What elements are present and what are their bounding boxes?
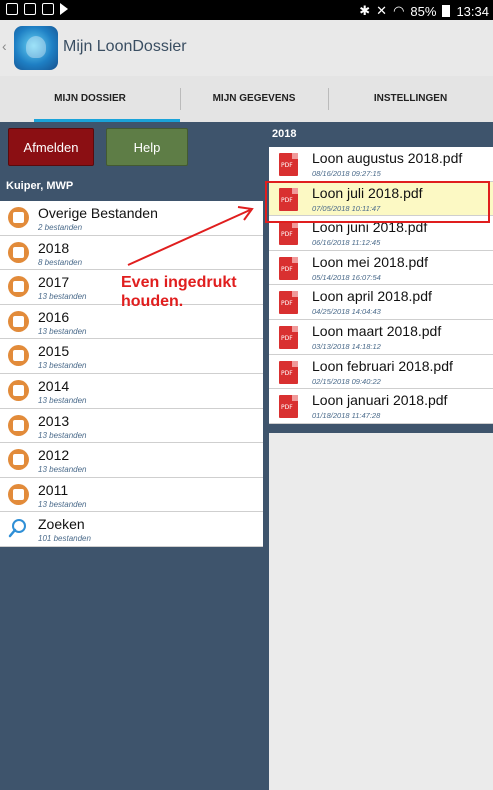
file-name: Loon mei 2018.pdf bbox=[312, 253, 428, 270]
help-button[interactable]: Help bbox=[106, 128, 188, 166]
folder-icon bbox=[8, 345, 29, 367]
folder-item[interactable]: Overige Bestanden 2 bestanden bbox=[0, 201, 263, 236]
folder-count: 13 bestanden bbox=[38, 430, 87, 440]
folder-item[interactable]: 2012 13 bestanden bbox=[0, 443, 263, 478]
back-icon[interactable]: ‹ bbox=[2, 39, 10, 53]
tab-instellingen[interactable]: INSTELLINGEN bbox=[328, 76, 493, 122]
file-item[interactable]: Loon januari 2018.pdf 01/18/2018 11:47:2… bbox=[269, 389, 493, 424]
folder-item[interactable]: 2011 13 bestanden bbox=[0, 478, 263, 513]
file-name: Loon februari 2018.pdf bbox=[312, 357, 453, 374]
folder-count: 13 bestanden bbox=[38, 499, 87, 509]
tab-mijn-dossier[interactable]: MIJN DOSSIER bbox=[0, 76, 180, 122]
user-name: Kuiper, MWP bbox=[6, 180, 74, 192]
file-item[interactable]: Loon augustus 2018.pdf 08/16/2018 09:27:… bbox=[269, 147, 493, 182]
folder-name: 2016 bbox=[38, 308, 70, 325]
folder-count: 13 bestanden bbox=[38, 465, 87, 475]
pdf-icon bbox=[279, 395, 298, 419]
file-item[interactable]: Loon mei 2018.pdf 05/14/2018 16:07:54 bbox=[269, 251, 493, 286]
logout-button[interactable]: Afmelden bbox=[8, 128, 94, 166]
folder-icon bbox=[8, 414, 29, 436]
battery-percent: 85% bbox=[410, 3, 437, 19]
file-name: Loon augustus 2018.pdf bbox=[312, 150, 463, 166]
file-item[interactable]: Loon april 2018.pdf 04/25/2018 14:04:43 bbox=[269, 285, 493, 320]
app-logo[interactable] bbox=[14, 26, 58, 70]
folder-icon bbox=[8, 379, 29, 401]
folder-icon bbox=[8, 276, 29, 298]
file-date: 03/13/2018 14:18:12 bbox=[312, 341, 381, 351]
folder-name: 2017 bbox=[38, 274, 70, 291]
folder-icon bbox=[8, 483, 29, 505]
calendar-icon bbox=[6, 3, 18, 15]
tab-mijn-gegevens[interactable]: MIJN GEGEVENS bbox=[180, 76, 328, 122]
file-item[interactable]: Loon februari 2018.pdf 02/15/2018 09:40:… bbox=[269, 355, 493, 390]
tab-bar: MIJN DOSSIER MIJN GEGEVENS INSTELLINGEN bbox=[0, 76, 493, 122]
folder-name: 2011 bbox=[38, 481, 69, 498]
folder-item[interactable]: 2013 13 bestanden bbox=[0, 409, 263, 444]
file-date: 08/16/2018 09:27:15 bbox=[312, 169, 381, 178]
pdf-icon bbox=[279, 222, 298, 246]
folder-name: Overige Bestanden bbox=[38, 205, 158, 221]
app-title: Mijn LoonDossier bbox=[63, 38, 187, 55]
folder-count: 13 bestanden bbox=[38, 395, 87, 405]
folder-count: 2 bestanden bbox=[38, 223, 83, 232]
calendar-icon bbox=[42, 3, 54, 15]
file-name: Loon maart 2018.pdf bbox=[312, 322, 442, 339]
wifi-icon: ◠ bbox=[393, 3, 405, 18]
folder-item[interactable]: 2018 8 bestanden bbox=[0, 236, 263, 271]
play-icon bbox=[60, 3, 68, 15]
annotation-line-2: houden. bbox=[121, 293, 184, 310]
folder-item[interactable]: 2015 13 bestanden bbox=[0, 339, 263, 374]
folder-icon bbox=[8, 449, 29, 471]
search-icon bbox=[8, 519, 26, 538]
pdf-icon bbox=[279, 325, 298, 349]
folder-icon bbox=[8, 207, 29, 228]
search-item[interactable]: Zoeken 101 bestanden bbox=[0, 512, 263, 547]
pdf-icon bbox=[279, 291, 298, 315]
file-date: 05/14/2018 16:07:54 bbox=[312, 272, 381, 282]
pdf-icon bbox=[279, 153, 298, 176]
folder-list: Overige Bestanden 2 bestanden 2018 8 bes… bbox=[0, 201, 263, 547]
annotation-text: Even ingedrukt houden. bbox=[121, 273, 237, 311]
file-date: 02/15/2018 09:40:22 bbox=[312, 376, 381, 386]
pdf-icon bbox=[279, 256, 298, 280]
folder-icon bbox=[8, 310, 29, 332]
folder-count: 13 bestanden bbox=[38, 326, 87, 336]
folder-count: 101 bestanden bbox=[38, 534, 91, 544]
folder-count: 13 bestanden bbox=[38, 292, 87, 302]
file-date: 04/25/2018 14:04:43 bbox=[312, 307, 381, 317]
folder-name: Zoeken bbox=[38, 516, 85, 533]
folder-name: 2015 bbox=[38, 343, 70, 360]
file-item[interactable]: Loon maart 2018.pdf 03/13/2018 14:18:12 bbox=[269, 320, 493, 355]
file-date: 06/16/2018 11:12:45 bbox=[312, 238, 381, 248]
folder-count: 8 bestanden bbox=[38, 257, 83, 267]
file-name: Loon april 2018.pdf bbox=[312, 288, 432, 305]
folder-name: 2013 bbox=[38, 412, 70, 429]
folder-item[interactable]: 2014 13 bestanden bbox=[0, 374, 263, 409]
file-name: Loon januari 2018.pdf bbox=[312, 392, 448, 409]
mute-icon: ✕ bbox=[376, 3, 388, 18]
selection-highlight-box bbox=[265, 181, 490, 223]
battery-icon bbox=[442, 5, 451, 17]
folder-count: 13 bestanden bbox=[38, 361, 87, 371]
file-date: 01/18/2018 11:47:28 bbox=[312, 411, 381, 421]
pdf-icon bbox=[279, 360, 298, 384]
bluetooth-icon: ✱ bbox=[359, 3, 371, 18]
folder-name: 2012 bbox=[38, 447, 70, 464]
annotation-line-1: Even ingedrukt bbox=[121, 274, 237, 291]
status-bar: ✱ ✕ ◠ 85% 13:34 bbox=[0, 0, 493, 20]
folder-icon bbox=[8, 241, 29, 263]
gallery-icon bbox=[24, 3, 36, 15]
empty-area bbox=[269, 433, 493, 790]
clock: 13:34 bbox=[456, 3, 489, 19]
active-tab-indicator bbox=[34, 119, 180, 122]
folder-name: 2014 bbox=[38, 377, 70, 394]
app-bar: ‹ Mijn LoonDossier bbox=[0, 20, 493, 76]
year-header: 2018 bbox=[272, 128, 297, 140]
folder-name: 2018 bbox=[38, 239, 70, 256]
